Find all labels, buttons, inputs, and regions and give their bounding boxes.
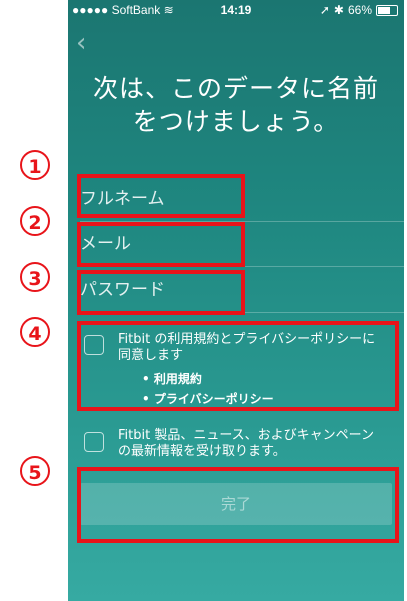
highlight-box-3 xyxy=(77,270,245,315)
annotation-number-5: 5 xyxy=(20,456,50,486)
status-right: ➚ ✱ 66% xyxy=(320,3,398,17)
highlight-box-5 xyxy=(77,467,399,543)
title-line-1: 次は、このデータに名前 xyxy=(92,74,379,103)
annotation-number-4: 4 xyxy=(20,317,50,347)
newsletter-text: Fitbit 製品、ニュース、およびキャンペーン の最新情報を受け取ります。 xyxy=(118,428,375,459)
back-chevron-icon[interactable]: ‹ xyxy=(76,30,86,56)
highlight-box-4 xyxy=(77,321,399,411)
highlight-box-2 xyxy=(77,222,245,267)
annotation-number-3: 3 xyxy=(20,262,50,292)
battery-percent: 66% xyxy=(347,3,372,17)
bluetooth-icon: ✱ xyxy=(333,3,344,17)
status-bar: ●●●●● SoftBank ≋ 14:19 ➚ ✱ 66% xyxy=(68,0,404,20)
highlight-box-1 xyxy=(77,174,245,218)
title-line-2: をつけましょう。 xyxy=(132,107,340,136)
location-icon: ➚ xyxy=(319,3,330,17)
annotation-number-2: 2 xyxy=(20,206,50,236)
newsletter-option: Fitbit 製品、ニュース、およびキャンペーン の最新情報を受け取ります。 xyxy=(84,428,396,464)
battery-icon xyxy=(376,4,398,16)
newsletter-checkbox[interactable] xyxy=(84,432,104,452)
page-title: 次は、このデータに名前 をつけましょう。 xyxy=(68,72,404,138)
annotation-number-1: 1 xyxy=(20,150,50,180)
